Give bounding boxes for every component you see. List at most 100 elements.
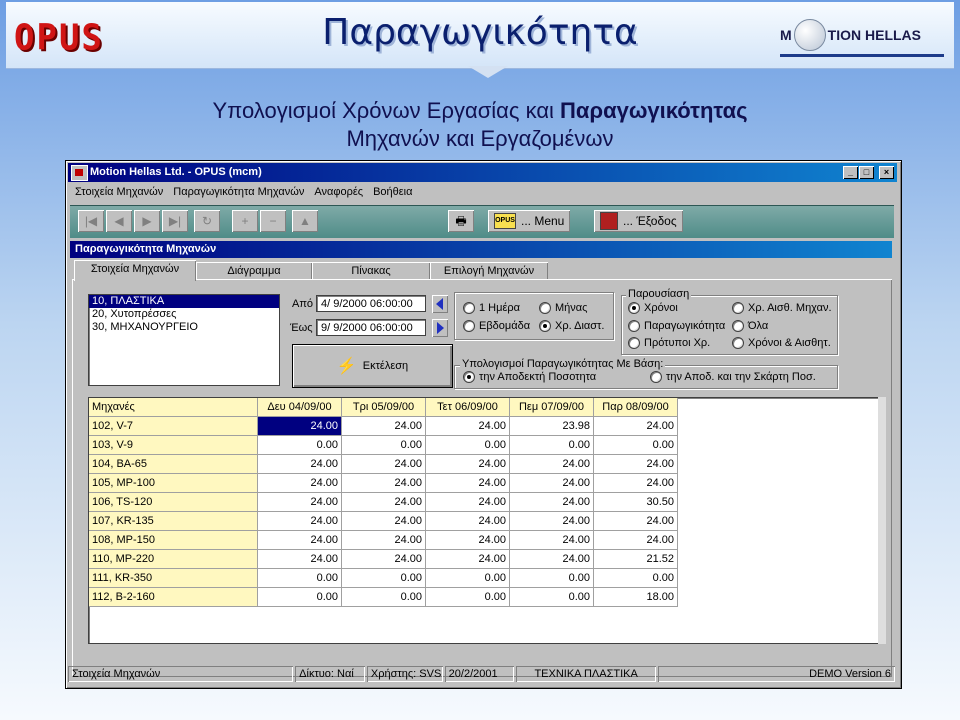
value-cell[interactable]: 24.00 [509, 473, 594, 493]
menu-help[interactable]: Βοήθεια [368, 184, 417, 202]
app-icon[interactable] [71, 165, 88, 181]
next-period-button[interactable] [432, 319, 448, 337]
maximize-button[interactable]: □ [859, 166, 874, 179]
period-option-interval[interactable]: Χρ. Διαστ. [539, 320, 604, 332]
machine-cell[interactable]: 103, V-9 [89, 435, 258, 455]
machine-cell[interactable]: 110, ΜΡ-220 [89, 549, 258, 569]
tab-machine-data[interactable]: Στοιχεία Μηχανών [74, 260, 196, 281]
data-grid[interactable]: Μηχανές Δευ 04/09/00 Τρι 05/09/00 Τετ 06… [88, 397, 880, 644]
value-cell[interactable]: 24.00 [257, 454, 342, 474]
value-cell[interactable]: 0.00 [341, 568, 426, 588]
value-cell[interactable]: 23.98 [509, 416, 594, 436]
value-cell[interactable]: 24.00 [425, 511, 510, 531]
column-header[interactable]: Τετ 06/09/00 [425, 398, 510, 417]
menu-machine-data[interactable]: Στοιχεία Μηχανών [70, 184, 168, 202]
menu-reports[interactable]: Αναφορές [309, 184, 368, 202]
value-cell[interactable]: 24.00 [425, 530, 510, 550]
value-cell[interactable]: 0.00 [425, 568, 510, 588]
period-option-day[interactable]: 1 Ημέρα [463, 302, 520, 314]
column-header[interactable]: Δευ 04/09/00 [257, 398, 342, 417]
value-cell[interactable]: 24.00 [257, 549, 342, 569]
tab-table[interactable]: Πίνακας [312, 262, 430, 280]
value-cell[interactable]: 24.00 [341, 473, 426, 493]
column-header[interactable]: Μηχανές [89, 398, 258, 417]
next-record-button[interactable]: ▶ [134, 210, 160, 232]
value-cell[interactable]: 24.00 [509, 530, 594, 550]
presentation-option-all[interactable]: Όλα [732, 320, 768, 332]
list-item[interactable]: 10, ΠΛΑΣΤΙΚΑ [89, 295, 279, 308]
value-cell[interactable]: 21.52 [593, 549, 678, 569]
prev-period-button[interactable] [432, 295, 448, 313]
value-cell[interactable]: 24.00 [257, 511, 342, 531]
machine-cell[interactable]: 102, V-7 [89, 416, 258, 436]
menu-button[interactable]: OPUS ... Menu [488, 210, 571, 232]
value-cell[interactable]: 24.00 [593, 454, 678, 474]
presentation-option-times-sensors[interactable]: Χρόνοι & Αισθητ. [732, 337, 831, 349]
list-item[interactable]: 20, Χυτοπρέσσες [89, 308, 279, 321]
delete-button[interactable]: − [260, 210, 286, 232]
value-cell[interactable]: 24.00 [341, 549, 426, 569]
value-cell[interactable]: 0.00 [341, 587, 426, 607]
from-date-field[interactable]: 4/ 9/2000 06:00:00 [316, 295, 426, 312]
value-cell[interactable]: 24.00 [341, 492, 426, 512]
value-cell[interactable]: 24.00 [341, 530, 426, 550]
value-cell[interactable]: 24.00 [425, 416, 510, 436]
print-button[interactable]: 🖶 [448, 210, 474, 232]
value-cell[interactable]: 24.00 [509, 549, 594, 569]
last-record-button[interactable]: ▶| [162, 210, 188, 232]
value-cell[interactable]: 0.00 [257, 587, 342, 607]
value-cell[interactable]: 24.00 [257, 473, 342, 493]
column-header[interactable]: Τρι 05/09/00 [341, 398, 426, 417]
machine-cell[interactable]: 111, KR-350 [89, 568, 258, 588]
basis-option-accepted-and-scrap[interactable]: την Αποδ. και την Σκάρτη Ποσ. [650, 371, 816, 383]
value-cell[interactable]: 24.00 [425, 473, 510, 493]
value-cell[interactable]: 24.00 [509, 454, 594, 474]
value-cell[interactable]: 24.00 [425, 492, 510, 512]
machine-cell[interactable]: 105, ΜΡ-100 [89, 473, 258, 493]
period-option-week[interactable]: Εβδομάδα [463, 320, 530, 332]
add-button[interactable]: + [232, 210, 258, 232]
menu-machine-productivity[interactable]: Παραγωγικότητα Μηχανών [168, 184, 309, 202]
value-cell[interactable]: 24.00 [425, 454, 510, 474]
machine-cell[interactable]: 107, KR-135 [89, 511, 258, 531]
basis-option-accepted[interactable]: την Αποδεκτή Ποσοτητα [463, 371, 596, 383]
value-cell[interactable]: 0.00 [593, 435, 678, 455]
minimize-button[interactable]: _ [843, 166, 858, 179]
value-cell[interactable]: 24.00 [341, 416, 426, 436]
value-cell[interactable]: 24.00 [593, 473, 678, 493]
value-cell[interactable]: 0.00 [509, 568, 594, 588]
first-record-button[interactable]: |◀ [78, 210, 104, 232]
value-cell[interactable]: 24.00 [425, 549, 510, 569]
tab-diagram[interactable]: Διάγραμμα [196, 262, 312, 280]
machine-cell[interactable]: 106, TS-120 [89, 492, 258, 512]
value-cell[interactable]: 0.00 [593, 568, 678, 588]
tab-machine-selection[interactable]: Επιλογή Μηχανών [430, 262, 548, 280]
machine-cell[interactable]: 108, ΜΡ-150 [89, 530, 258, 550]
value-cell[interactable]: 24.00 [509, 511, 594, 531]
value-cell[interactable]: 24.00 [593, 416, 678, 436]
value-cell[interactable]: 0.00 [425, 435, 510, 455]
exit-button[interactable]: ... Έξοδος [594, 210, 683, 232]
period-option-month[interactable]: Μήνας [539, 302, 587, 314]
value-cell[interactable]: 24.00 [341, 511, 426, 531]
presentation-option-standard-times[interactable]: Πρότυποι Χρ. [628, 337, 710, 349]
close-button[interactable]: × [879, 166, 894, 179]
value-cell[interactable]: 24.00 [341, 454, 426, 474]
value-cell[interactable]: 18.00 [593, 587, 678, 607]
window-titlebar[interactable]: Motion Hellas Ltd. - OPUS (mcm) _ □ × [68, 163, 897, 182]
value-cell[interactable]: 24.00 [509, 492, 594, 512]
value-cell[interactable]: 30.50 [593, 492, 678, 512]
column-header[interactable]: Παρ 08/09/00 [593, 398, 678, 417]
value-cell[interactable]: 24.00 [257, 530, 342, 550]
value-cell[interactable]: 0.00 [257, 435, 342, 455]
value-cell[interactable]: 0.00 [509, 435, 594, 455]
value-cell[interactable]: 24.00 [257, 416, 342, 436]
value-cell[interactable]: 24.00 [593, 530, 678, 550]
refresh-button[interactable]: ↻ [194, 210, 220, 232]
machine-cell[interactable]: 112, Β-2-160 [89, 587, 258, 607]
to-date-field[interactable]: 9/ 9/2000 06:00:00 [316, 319, 426, 336]
group-listbox[interactable]: 10, ΠΛΑΣΤΙΚΑ 20, Χυτοπρέσσες 30, ΜΗΧΑΝΟΥ… [88, 294, 280, 386]
presentation-option-times[interactable]: Χρόνοι [628, 302, 678, 314]
value-cell[interactable]: 24.00 [593, 511, 678, 531]
list-item[interactable]: 30, ΜΗΧΑΝΟΥΡΓΕΙΟ [89, 321, 279, 334]
